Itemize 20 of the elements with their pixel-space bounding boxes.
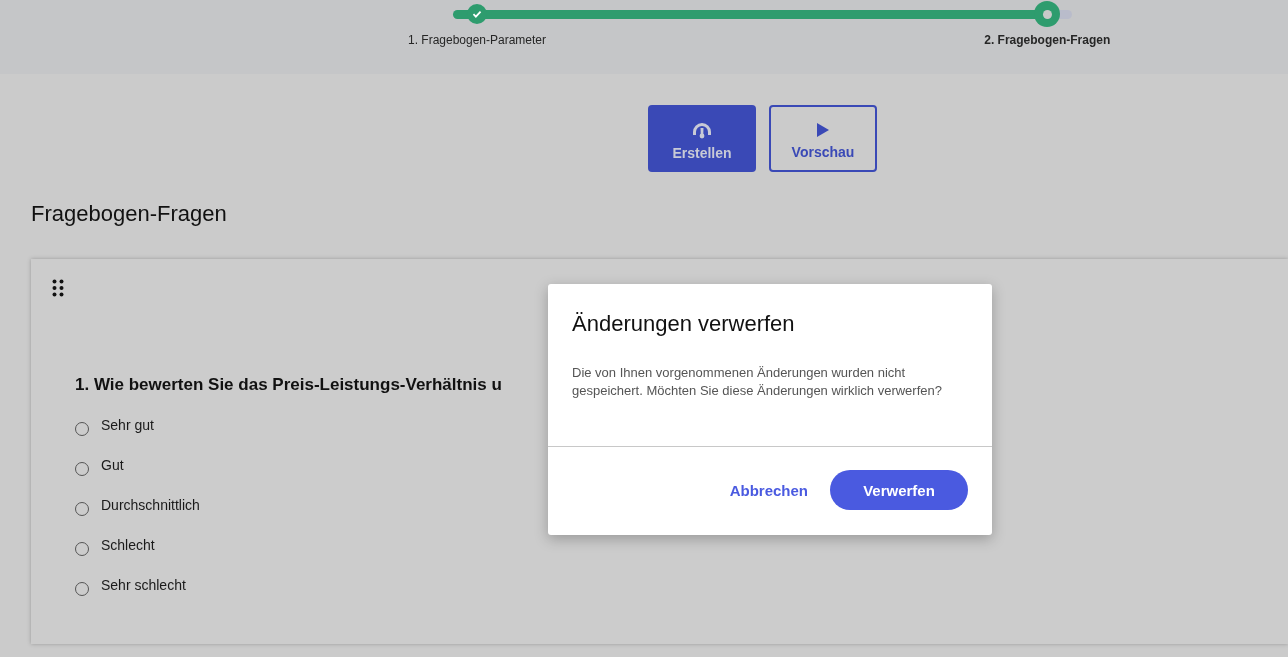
step-indicator[interactable] — [1034, 1, 1061, 27]
create-button[interactable]: Erstellen — [648, 105, 756, 172]
step-label[interactable]: 2. Fragebogen-Fragen — [984, 33, 1111, 47]
check-icon — [472, 9, 482, 19]
option-label[interactable]: Sehr schlecht — [101, 577, 186, 593]
question-text: 1. Wie bewerten Sie das Preis-Leistungs-Verhältnis u — [75, 375, 503, 395]
preview-button[interactable]: Vorschau — [769, 105, 877, 172]
dialog-title: Änderungen verwerfen — [571, 310, 796, 337]
option-label[interactable]: Schlecht — [101, 537, 155, 553]
play-icon — [816, 121, 830, 138]
step-label[interactable]: 1. Fragebogen-Parameter — [407, 33, 547, 47]
dialog-message: Die von Ihnen vorgenommenen Änderungen wurden nicht gespeichert. Möchten Sie diese Änderungen wirklich verwerfen? — [571, 364, 943, 400]
drag-handle-icon — [52, 279, 64, 297]
option-label[interactable]: Gut — [101, 457, 124, 473]
discard-button[interactable]: Verwerfen — [830, 470, 968, 510]
section-title: Fragebogen-Fragen — [31, 201, 228, 227]
option-label[interactable]: Sehr gut — [101, 417, 154, 433]
cancel-button[interactable]: Abbrechen — [727, 473, 810, 507]
gauge-icon — [691, 120, 713, 139]
option-label[interactable]: Durchschnittlich — [101, 497, 200, 513]
